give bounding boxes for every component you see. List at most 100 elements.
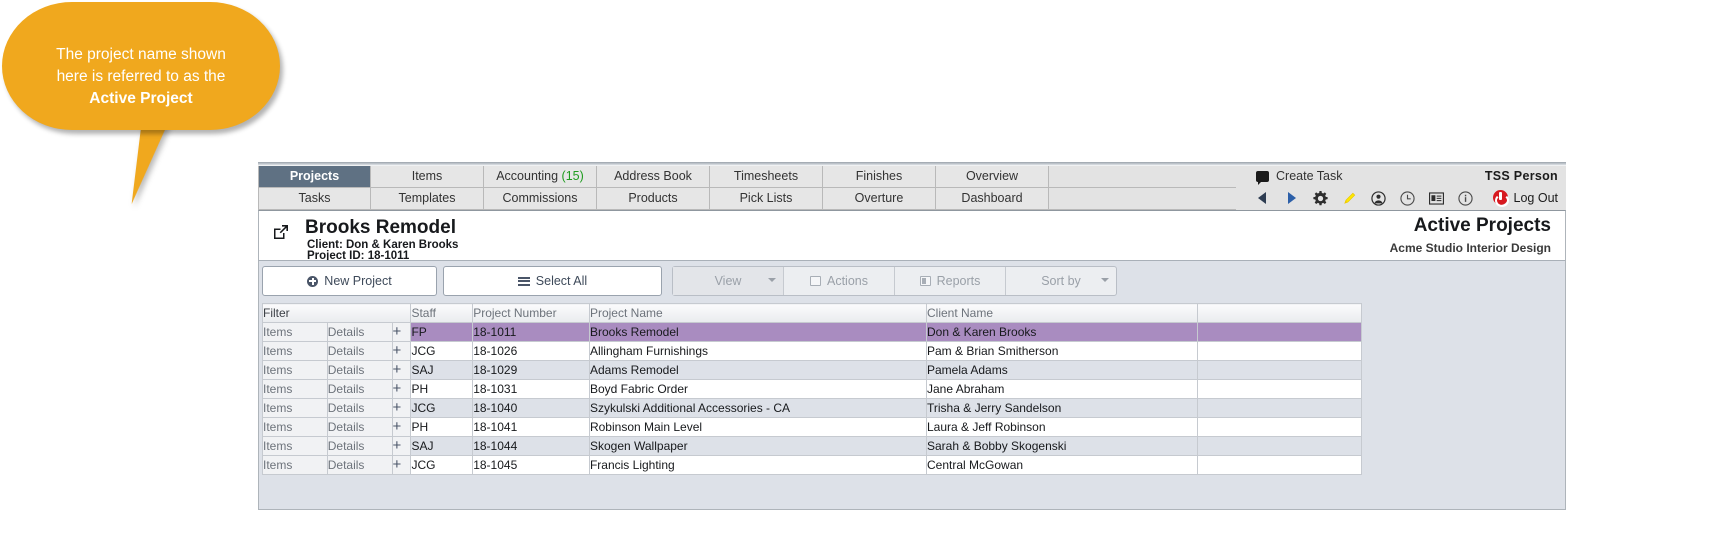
row-details-button[interactable]: Details (326, 436, 393, 456)
cell-project-name: Francis Lighting (588, 455, 928, 475)
row-add-icon[interactable]: + (391, 417, 412, 437)
cell-staff: SAJ (410, 360, 474, 380)
cell-project-name: Robinson Main Level (588, 417, 928, 437)
table-row[interactable]: Items Details + FP 18-1011 Brooks Remodel Don … (262, 322, 1362, 342)
id-card-icon[interactable] (1428, 190, 1444, 206)
tab-commissions[interactable]: Commissions (484, 188, 597, 210)
cell-staff: SAJ (410, 436, 474, 456)
table-row[interactable]: Items Details + JCG 18-1040 Szykulski Additio… (262, 398, 1362, 418)
row-details-button[interactable]: Details (326, 417, 393, 437)
chevron-down-icon (1101, 278, 1109, 282)
prev-arrow-icon[interactable] (1254, 190, 1270, 206)
row-items-button[interactable]: Items (262, 379, 328, 399)
cell-staff: FP (410, 322, 474, 342)
cell-blank (1197, 455, 1362, 475)
row-add-icon[interactable]: + (391, 360, 412, 380)
row-details-button[interactable]: Details (326, 398, 393, 418)
cell-client-name: Don & Karen Brooks (925, 322, 1199, 342)
select-all-button[interactable]: Select All (443, 266, 662, 296)
row-add-icon[interactable]: + (391, 455, 412, 475)
action-toolbar: New Project Select All View Actions Repo… (258, 260, 1566, 300)
tab-tasks[interactable]: Tasks (258, 188, 371, 210)
row-details-button[interactable]: Details (326, 455, 393, 475)
tab-finishes[interactable]: Finishes (823, 166, 936, 188)
view-dropdown[interactable]: View (673, 267, 784, 295)
cell-client-name: Pamela Adams (925, 360, 1199, 380)
row-add-icon[interactable]: + (391, 436, 412, 456)
row-add-icon[interactable]: + (391, 341, 412, 361)
tab-templates[interactable]: Templates (371, 188, 484, 210)
actions-icon (810, 276, 821, 286)
tab-items[interactable]: Items (371, 166, 484, 188)
cell-client-name: Jane Abraham (925, 379, 1199, 399)
column-header-blank[interactable] (1197, 303, 1362, 323)
cell-project-number: 18-1041 (472, 417, 590, 437)
reports-dropdown[interactable]: Reports (895, 267, 1006, 295)
project-header: Brooks Remodel Client: Don & Karen Brook… (258, 210, 1566, 262)
tab-projects[interactable]: Projects (258, 166, 371, 188)
new-project-button[interactable]: New Project (262, 266, 437, 296)
external-link-icon[interactable] (272, 223, 290, 241)
table-row[interactable]: Items Details + SAJ 18-1044 Skogen Wallpaper S… (262, 436, 1362, 456)
cell-client-name: Trisha & Jerry Sandelson (925, 398, 1199, 418)
column-header-client-name[interactable]: Client Name (925, 303, 1199, 323)
row-items-button[interactable]: Items (262, 360, 328, 380)
column-header-project-number[interactable]: Project Number (472, 303, 590, 323)
callout-annotation: The project name shown here is referred … (0, 0, 300, 209)
gear-icon[interactable] (1312, 190, 1328, 206)
log-out-button[interactable]: Log Out (1492, 190, 1558, 207)
table-row[interactable]: Items Details + JCG 18-1045 Francis Lighting C… (262, 455, 1362, 475)
tab-count: (15) (561, 169, 584, 183)
row-details-button[interactable]: Details (326, 322, 393, 342)
row-add-icon[interactable]: + (391, 398, 412, 418)
pencil-icon[interactable] (1341, 190, 1357, 206)
plus-circle-icon (307, 275, 319, 287)
row-items-button[interactable]: Items (262, 436, 328, 456)
callout-line-2: here is referred to as the (56, 68, 226, 85)
reports-icon (919, 276, 931, 286)
cell-project-name: Brooks Remodel (588, 322, 928, 342)
cell-project-number: 18-1029 (472, 360, 590, 380)
tab-dashboard[interactable]: Dashboard (936, 188, 1049, 210)
row-add-icon[interactable]: + (391, 322, 412, 342)
actions-label: Actions (827, 274, 868, 288)
row-items-button[interactable]: Items (262, 322, 328, 342)
sort-by-dropdown[interactable]: Sort by (1006, 267, 1116, 295)
tab-accounting[interactable]: Accounting (15) (484, 166, 597, 188)
callout-text: The project name shown here is referred … (14, 44, 268, 110)
row-details-button[interactable]: Details (326, 341, 393, 361)
column-header-project-name[interactable]: Project Name (588, 303, 928, 323)
tab-overview[interactable]: Overview (936, 166, 1049, 188)
column-header-staff[interactable]: Staff (410, 303, 474, 323)
row-items-button[interactable]: Items (262, 341, 328, 361)
tab-products[interactable]: Products (597, 188, 710, 210)
table-row[interactable]: Items Details + PH 18-1041 Robinson Main Leve… (262, 417, 1362, 437)
table-row[interactable]: Items Details + JCG 18-1026 Allingham Furnish… (262, 341, 1362, 361)
table-body: Items Details + FP 18-1011 Brooks Remodel Don … (262, 322, 1362, 475)
create-task-button[interactable]: Create Task (1256, 169, 1342, 185)
tab-address-book[interactable]: Address Book (597, 166, 710, 188)
user-toolbar-bottom: Log Out (1236, 189, 1566, 210)
projects-table: Filter Staff Project Number Project Name… (261, 303, 1362, 475)
row-items-button[interactable]: Items (262, 417, 328, 437)
row-add-icon[interactable]: + (391, 379, 412, 399)
row-items-button[interactable]: Items (262, 398, 328, 418)
user-circle-icon[interactable] (1370, 190, 1386, 206)
table-row[interactable]: Items Details + PH 18-1031 Boyd Fabric Order J… (262, 379, 1362, 399)
tab-pick-lists[interactable]: Pick Lists (710, 188, 823, 210)
table-row[interactable]: Items Details + SAJ 18-1029 Adams Remodel Pame… (262, 360, 1362, 380)
actions-dropdown[interactable]: Actions (784, 267, 895, 295)
tab-timesheets[interactable]: Timesheets (710, 166, 823, 188)
projects-table-container: Filter Staff Project Number Project Name… (258, 300, 1566, 510)
column-header-filter[interactable]: Filter (261, 303, 412, 323)
clock-icon[interactable] (1399, 190, 1415, 206)
log-out-label: Log Out (1513, 190, 1558, 205)
cell-blank (1197, 379, 1362, 399)
row-details-button[interactable]: Details (326, 379, 393, 399)
row-details-button[interactable]: Details (326, 360, 393, 380)
next-arrow-icon[interactable] (1283, 190, 1299, 206)
tab-overture[interactable]: Overture (823, 188, 936, 210)
row-items-button[interactable]: Items (262, 455, 328, 475)
chevron-down-icon (768, 278, 776, 282)
info-icon[interactable] (1457, 190, 1473, 206)
